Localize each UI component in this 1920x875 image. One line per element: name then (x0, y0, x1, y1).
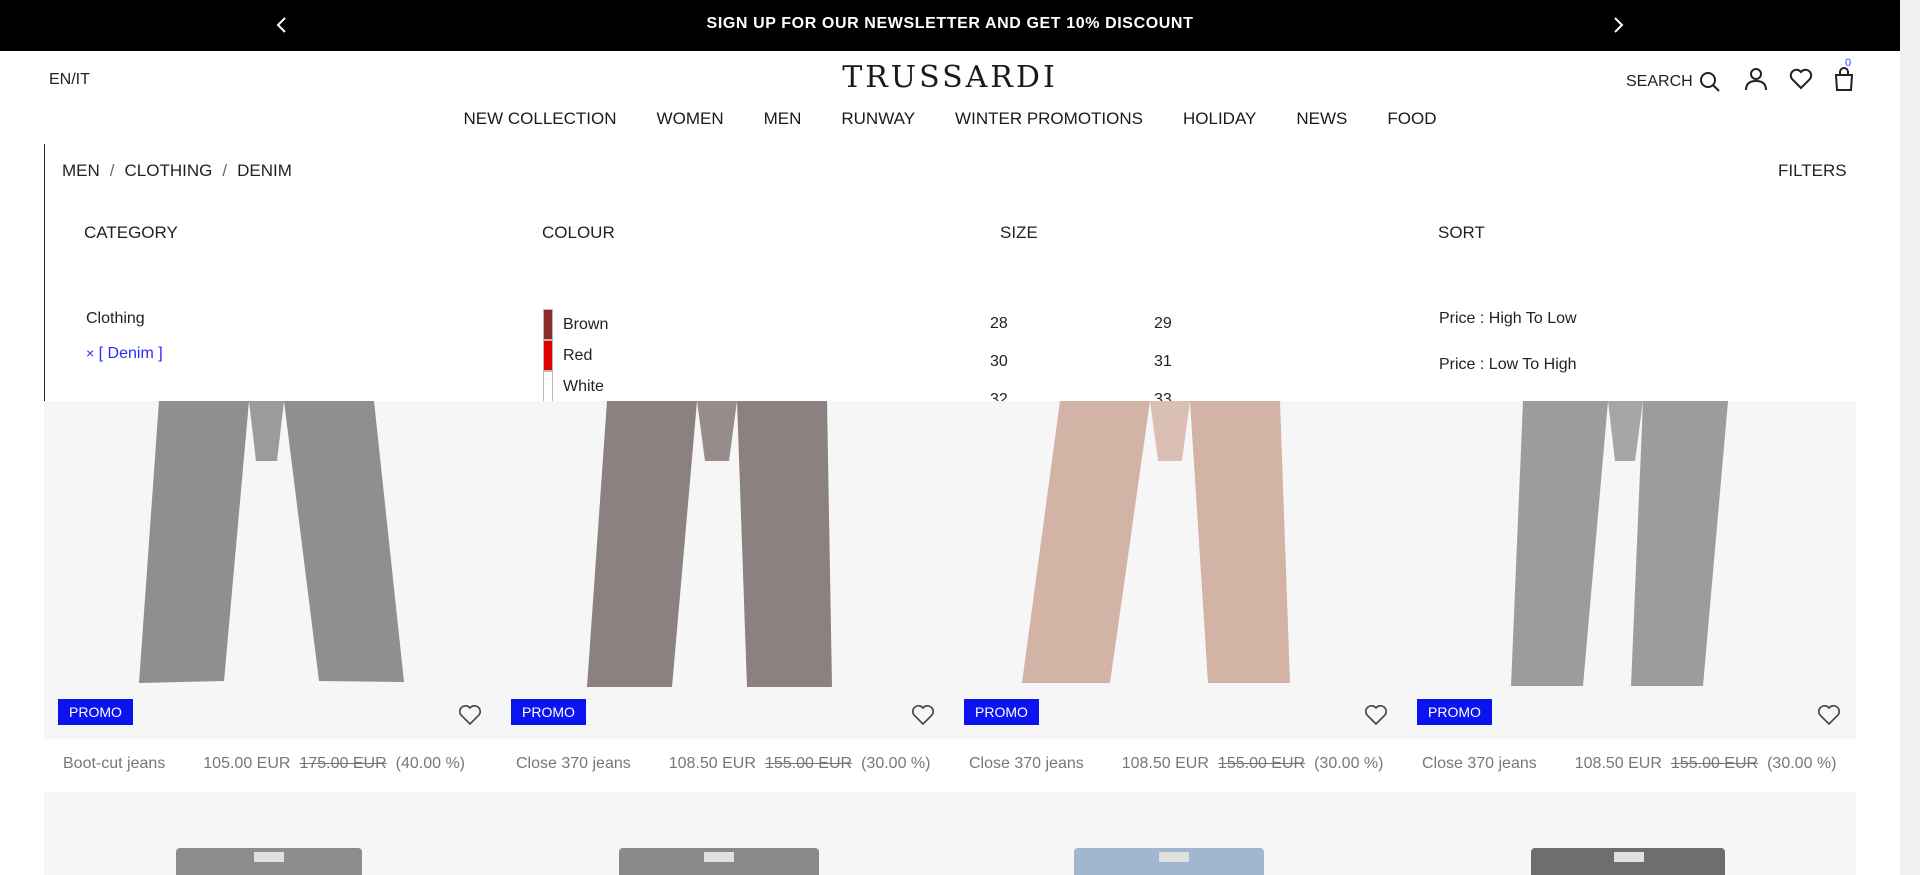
product-prices: 105.00 EUR 175.00 EUR (40.00 %) (203, 755, 465, 773)
product-prices: 108.50 EUR 155.00 EUR (30.00 %) (669, 755, 931, 773)
filters-panel: MEN / CLOTHING / DENIM FILTERS CATEGORY … (44, 144, 1856, 401)
product-image[interactable] (1403, 401, 1856, 739)
search-label: SEARCH (1626, 73, 1693, 90)
nav-runway[interactable]: RUNWAY (841, 109, 915, 129)
nav-men[interactable]: MEN (764, 109, 802, 129)
product-name[interactable]: Close 370 jeans (1422, 755, 1537, 773)
nav-new-collection[interactable]: NEW COLLECTION (464, 109, 617, 129)
jeans-image (139, 401, 404, 683)
price: 108.50 EUR (1121, 755, 1209, 772)
size-33[interactable]: 33 (1154, 391, 1172, 401)
heart-icon[interactable] (1817, 703, 1841, 727)
product-prices: 108.50 EUR 155.00 EUR (30.00 %) (1575, 755, 1837, 773)
price: 108.50 EUR (1574, 755, 1662, 772)
category-title: CATEGORY (84, 223, 178, 242)
size-28[interactable]: 28 (990, 315, 1008, 333)
jeans-image (587, 401, 832, 687)
price: 108.50 EUR (668, 755, 756, 772)
nav-holiday[interactable]: HOLIDAY (1183, 109, 1256, 129)
product-prices: 108.50 EUR 155.00 EUR (30.00 %) (1122, 755, 1384, 773)
page-scrollbar[interactable] (1900, 0, 1920, 875)
cart-count: 0 (1845, 57, 1852, 69)
search-button[interactable]: SEARCH (1626, 71, 1721, 93)
colour-label: White (563, 377, 604, 395)
nav-women[interactable]: WOMEN (657, 109, 724, 129)
remove-filter-icon: × (86, 345, 95, 361)
colour-brown[interactable]: Brown (543, 309, 608, 340)
discount: (30.00 %) (861, 755, 931, 772)
promo-badge: PROMO (511, 699, 586, 725)
account-icon[interactable] (1743, 66, 1769, 92)
brand-logo[interactable]: TRUSSARDI (0, 60, 1900, 95)
breadcrumb-men[interactable]: MEN (62, 161, 100, 181)
size-32[interactable]: 32 (990, 391, 1008, 401)
product-card[interactable]: PROMO Close 370 jeans 108.50 EUR 155.00 … (1403, 401, 1856, 796)
colour-swatch (543, 340, 553, 371)
colour-swatch (543, 309, 553, 340)
product-name[interactable]: Boot-cut jeans (63, 755, 165, 773)
sort-low-to-high[interactable]: Price : Low To High (1439, 356, 1577, 374)
chevron-right-icon[interactable] (1607, 14, 1629, 36)
colour-swatch (543, 371, 553, 401)
colour-white[interactable]: White (543, 371, 604, 401)
filters-toggle[interactable]: FILTERS (1778, 161, 1847, 181)
promo-badge: PROMO (58, 699, 133, 725)
product-image[interactable] (950, 401, 1403, 739)
colour-label: Brown (563, 315, 609, 333)
wishlist-icon[interactable] (1788, 66, 1814, 92)
product-name[interactable]: Close 370 jeans (969, 755, 1084, 773)
product-info: Close 370 jeans 108.50 EUR 155.00 EUR (3… (516, 755, 930, 773)
product-info: Close 370 jeans 108.50 EUR 155.00 EUR (3… (969, 755, 1383, 773)
colour-title: COLOUR (542, 223, 615, 242)
product-image[interactable] (497, 401, 950, 739)
active-filter-label: [ Denim ] (98, 345, 163, 362)
promo-badge: PROMO (1417, 699, 1492, 725)
product-row-2 (44, 792, 1856, 875)
nav-winter-promotions[interactable]: WINTER PROMOTIONS (955, 109, 1143, 129)
breadcrumb-separator: / (109, 161, 115, 180)
jeans-image (1022, 401, 1290, 683)
price: 105.00 EUR (203, 755, 291, 772)
sort-title: SORT (1438, 223, 1485, 242)
main-nav: NEW COLLECTION WOMEN MEN RUNWAY WINTER P… (0, 109, 1900, 129)
jeans-waist-images[interactable] (44, 792, 1856, 875)
heart-icon[interactable] (458, 703, 482, 727)
breadcrumb-separator: / (222, 161, 228, 180)
sort-high-to-low[interactable]: Price : High To Low (1439, 310, 1577, 328)
nav-food[interactable]: FOOD (1387, 109, 1436, 129)
nav-news[interactable]: NEWS (1296, 109, 1347, 129)
breadcrumb: MEN / CLOTHING / DENIM (62, 161, 292, 181)
discount: (40.00 %) (395, 755, 465, 772)
category-clothing[interactable]: Clothing (86, 310, 145, 328)
product-info: Boot-cut jeans 105.00 EUR 175.00 EUR (40… (63, 755, 465, 773)
product-image[interactable] (44, 401, 497, 739)
heart-icon[interactable] (911, 703, 935, 727)
search-icon (1699, 72, 1720, 92)
category-denim-active[interactable]: × [ Denim ] (86, 345, 163, 363)
colour-red[interactable]: Red (543, 340, 592, 371)
heart-icon[interactable] (1364, 703, 1388, 727)
colour-label: Red (563, 346, 593, 364)
product-card[interactable]: PROMO Close 370 jeans 108.50 EUR 155.00 … (497, 401, 950, 796)
newsletter-banner: SIGN UP FOR OUR NEWSLETTER AND GET 10% D… (0, 0, 1900, 51)
size-30[interactable]: 30 (990, 353, 1008, 371)
old-price: 155.00 EUR (1217, 755, 1306, 772)
discount: (30.00 %) (1767, 755, 1837, 772)
size-31[interactable]: 31 (1154, 353, 1172, 371)
breadcrumb-clothing[interactable]: CLOTHING (125, 161, 213, 181)
promo-badge: PROMO (964, 699, 1039, 725)
cart-icon[interactable] (1831, 66, 1857, 92)
breadcrumb-denim[interactable]: DENIM (237, 161, 292, 181)
discount: (30.00 %) (1314, 755, 1384, 772)
jeans-image (1511, 401, 1728, 686)
size-29[interactable]: 29 (1154, 315, 1172, 333)
product-name[interactable]: Close 370 jeans (516, 755, 631, 773)
old-price: 155.00 EUR (764, 755, 853, 772)
old-price: 175.00 EUR (299, 755, 387, 772)
product-info: Close 370 jeans 108.50 EUR 155.00 EUR (3… (1422, 755, 1836, 773)
old-price: 155.00 EUR (1670, 755, 1759, 772)
product-card[interactable]: PROMO Boot-cut jeans 105.00 EUR 175.00 E… (44, 401, 497, 796)
size-title: SIZE (1000, 223, 1038, 242)
product-card[interactable]: PROMO Close 370 jeans 108.50 EUR 155.00 … (950, 401, 1403, 796)
